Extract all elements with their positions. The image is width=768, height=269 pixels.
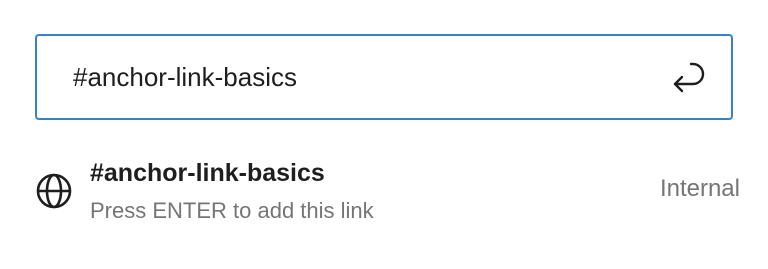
submit-link-button[interactable] — [661, 49, 717, 105]
link-url-input[interactable] — [37, 36, 661, 118]
link-suggestion-item[interactable]: #anchor-link-basics Press ENTER to add t… — [32, 150, 750, 232]
suggestion-info: Press ENTER to add this link — [90, 198, 374, 223]
suggestion-type-label: Internal — [659, 175, 740, 202]
suggestion-title: #anchor-link-basics — [90, 159, 325, 187]
enter-return-icon — [669, 56, 709, 99]
link-url-input-container — [35, 34, 733, 120]
suggestion-text: #anchor-link-basics Press ENTER to add t… — [90, 158, 660, 224]
globe-icon — [32, 169, 76, 213]
